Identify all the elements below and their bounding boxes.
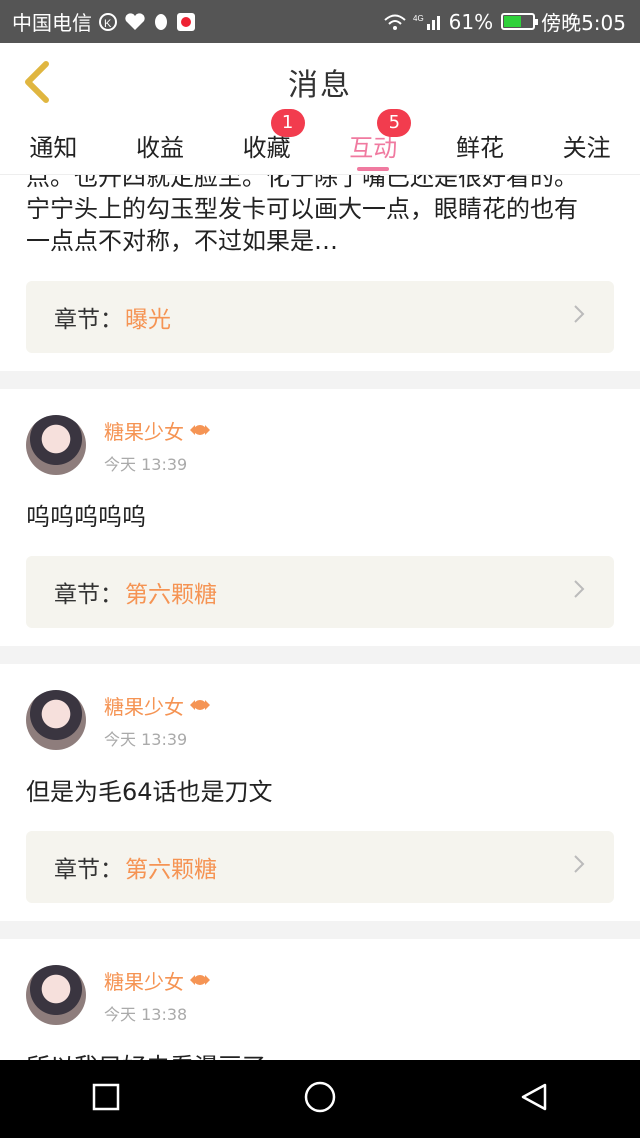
chapter-value: 曝光 bbox=[125, 307, 171, 333]
triangle-back-icon bbox=[521, 1083, 547, 1111]
tab-label: 通知 bbox=[29, 133, 78, 162]
signal-icon: 4G bbox=[413, 12, 443, 32]
recent-apps-button[interactable] bbox=[91, 1082, 121, 1116]
tab-follows[interactable]: 关注 bbox=[537, 121, 637, 175]
avatar[interactable] bbox=[26, 415, 86, 475]
chevron-right-icon bbox=[572, 578, 586, 606]
comment-text: 呜呜呜呜呜 bbox=[26, 503, 146, 531]
qq-icon bbox=[152, 12, 170, 32]
tab-label: 收益 bbox=[135, 133, 184, 162]
status-bar: 中国电信 K 4G 61% 傍晚5:05 bbox=[0, 0, 640, 43]
comment-text: 点。也开四就定脸至。化于除了嘴巴还是很好看的。 bbox=[26, 175, 578, 191]
svg-text:4G: 4G bbox=[413, 14, 424, 23]
tab-flowers[interactable]: 鲜花 bbox=[430, 121, 530, 175]
tab-badge: 1 bbox=[270, 108, 305, 137]
tab-favorites[interactable]: 收藏 1 bbox=[217, 108, 317, 175]
battery-percent: 61% bbox=[448, 9, 494, 34]
chevron-right-icon bbox=[572, 303, 586, 331]
chapter-label: 章节： bbox=[54, 307, 123, 333]
chapter-value: 第六颗糖 bbox=[125, 857, 217, 883]
candy-icon bbox=[190, 425, 210, 435]
back-button[interactable] bbox=[14, 57, 60, 107]
wifi-icon bbox=[383, 12, 407, 32]
comment-text-line: 宁宁头上的勾玉型发卡可以画大一点，眼睛花的也有 bbox=[26, 195, 578, 223]
comment-card: 点。也开四就定脸至。化于除了嘴巴还是很好看的。 宁宁头上的勾玉型发卡可以画大一点… bbox=[0, 175, 640, 371]
message-list[interactable]: 点。也开四就定脸至。化于除了嘴巴还是很好看的。 宁宁头上的勾玉型发卡可以画大一点… bbox=[0, 175, 640, 1060]
comment-text-line: 一点点不对称，不过如果是… bbox=[26, 227, 338, 255]
avatar[interactable] bbox=[26, 965, 86, 1025]
tab-label: 收藏 bbox=[242, 133, 291, 162]
comment-card: 糖果少女 今天 13:39 呜呜呜呜呜 章节： 第六颗糖 bbox=[0, 389, 640, 646]
home-button[interactable] bbox=[303, 1080, 337, 1118]
tab-interactions[interactable]: 互动 5 bbox=[323, 108, 423, 175]
svg-text:K: K bbox=[104, 18, 112, 30]
k-icon: K bbox=[98, 12, 118, 32]
back-chevron-icon bbox=[25, 61, 49, 103]
app-icon bbox=[176, 12, 196, 32]
active-tab-indicator bbox=[357, 166, 390, 171]
tab-label: 关注 bbox=[562, 133, 611, 162]
battery-icon bbox=[501, 13, 539, 30]
comment-text: 所以我只好去看漫画了 bbox=[26, 1047, 614, 1060]
comment-author[interactable]: 糖果少女 今天 13:39 bbox=[26, 664, 614, 750]
carrier-label: 中国电信 bbox=[12, 11, 92, 35]
chapter-link[interactable]: 章节： 第六颗糖 bbox=[26, 556, 614, 628]
comment-text: 但是为毛64话也是刀文 bbox=[26, 778, 273, 806]
clock: 傍晚5:05 bbox=[541, 11, 626, 35]
tab-label: 互动 bbox=[349, 133, 398, 162]
comment-card: 糖果少女 今天 13:38 所以我只好去看漫画了 bbox=[0, 939, 640, 1060]
candy-icon bbox=[190, 975, 210, 985]
tab-label: 鲜花 bbox=[455, 133, 504, 162]
circle-icon bbox=[304, 1081, 336, 1113]
tab-bar: 通知 收益 收藏 1 互动 5 鲜花 关注 bbox=[0, 108, 640, 175]
chapter-link[interactable]: 章节： 第六颗糖 bbox=[26, 831, 614, 903]
avatar[interactable] bbox=[26, 690, 86, 750]
chapter-label: 章节： bbox=[54, 582, 123, 608]
timestamp: 今天 13:38 bbox=[104, 1004, 188, 1024]
system-nav-bar bbox=[0, 1060, 640, 1138]
tab-badge: 5 bbox=[377, 108, 412, 137]
comment-author[interactable]: 糖果少女 今天 13:39 bbox=[26, 389, 614, 475]
username: 糖果少女 bbox=[104, 694, 184, 719]
timestamp: 今天 13:39 bbox=[104, 454, 188, 474]
chapter-link[interactable]: 章节： 曝光 bbox=[26, 281, 614, 353]
square-icon bbox=[92, 1083, 120, 1111]
timestamp: 今天 13:39 bbox=[104, 729, 188, 749]
comment-card: 糖果少女 今天 13:39 但是为毛64话也是刀文 章节： 第六颗糖 bbox=[0, 664, 640, 921]
page-title: 消息 bbox=[288, 68, 352, 103]
back-nav-button[interactable] bbox=[519, 1082, 549, 1116]
chevron-right-icon bbox=[572, 853, 586, 881]
tab-notifications[interactable]: 通知 bbox=[3, 121, 103, 175]
chapter-value: 第六颗糖 bbox=[125, 582, 217, 608]
comment-author[interactable]: 糖果少女 今天 13:38 bbox=[26, 939, 614, 1025]
heart-pulse-icon bbox=[124, 12, 146, 32]
navigation-bar: 消息 bbox=[0, 43, 640, 121]
username: 糖果少女 bbox=[104, 969, 184, 994]
username: 糖果少女 bbox=[104, 419, 184, 444]
candy-icon bbox=[190, 700, 210, 710]
chapter-label: 章节： bbox=[54, 857, 123, 883]
tab-earnings[interactable]: 收益 bbox=[110, 121, 210, 175]
